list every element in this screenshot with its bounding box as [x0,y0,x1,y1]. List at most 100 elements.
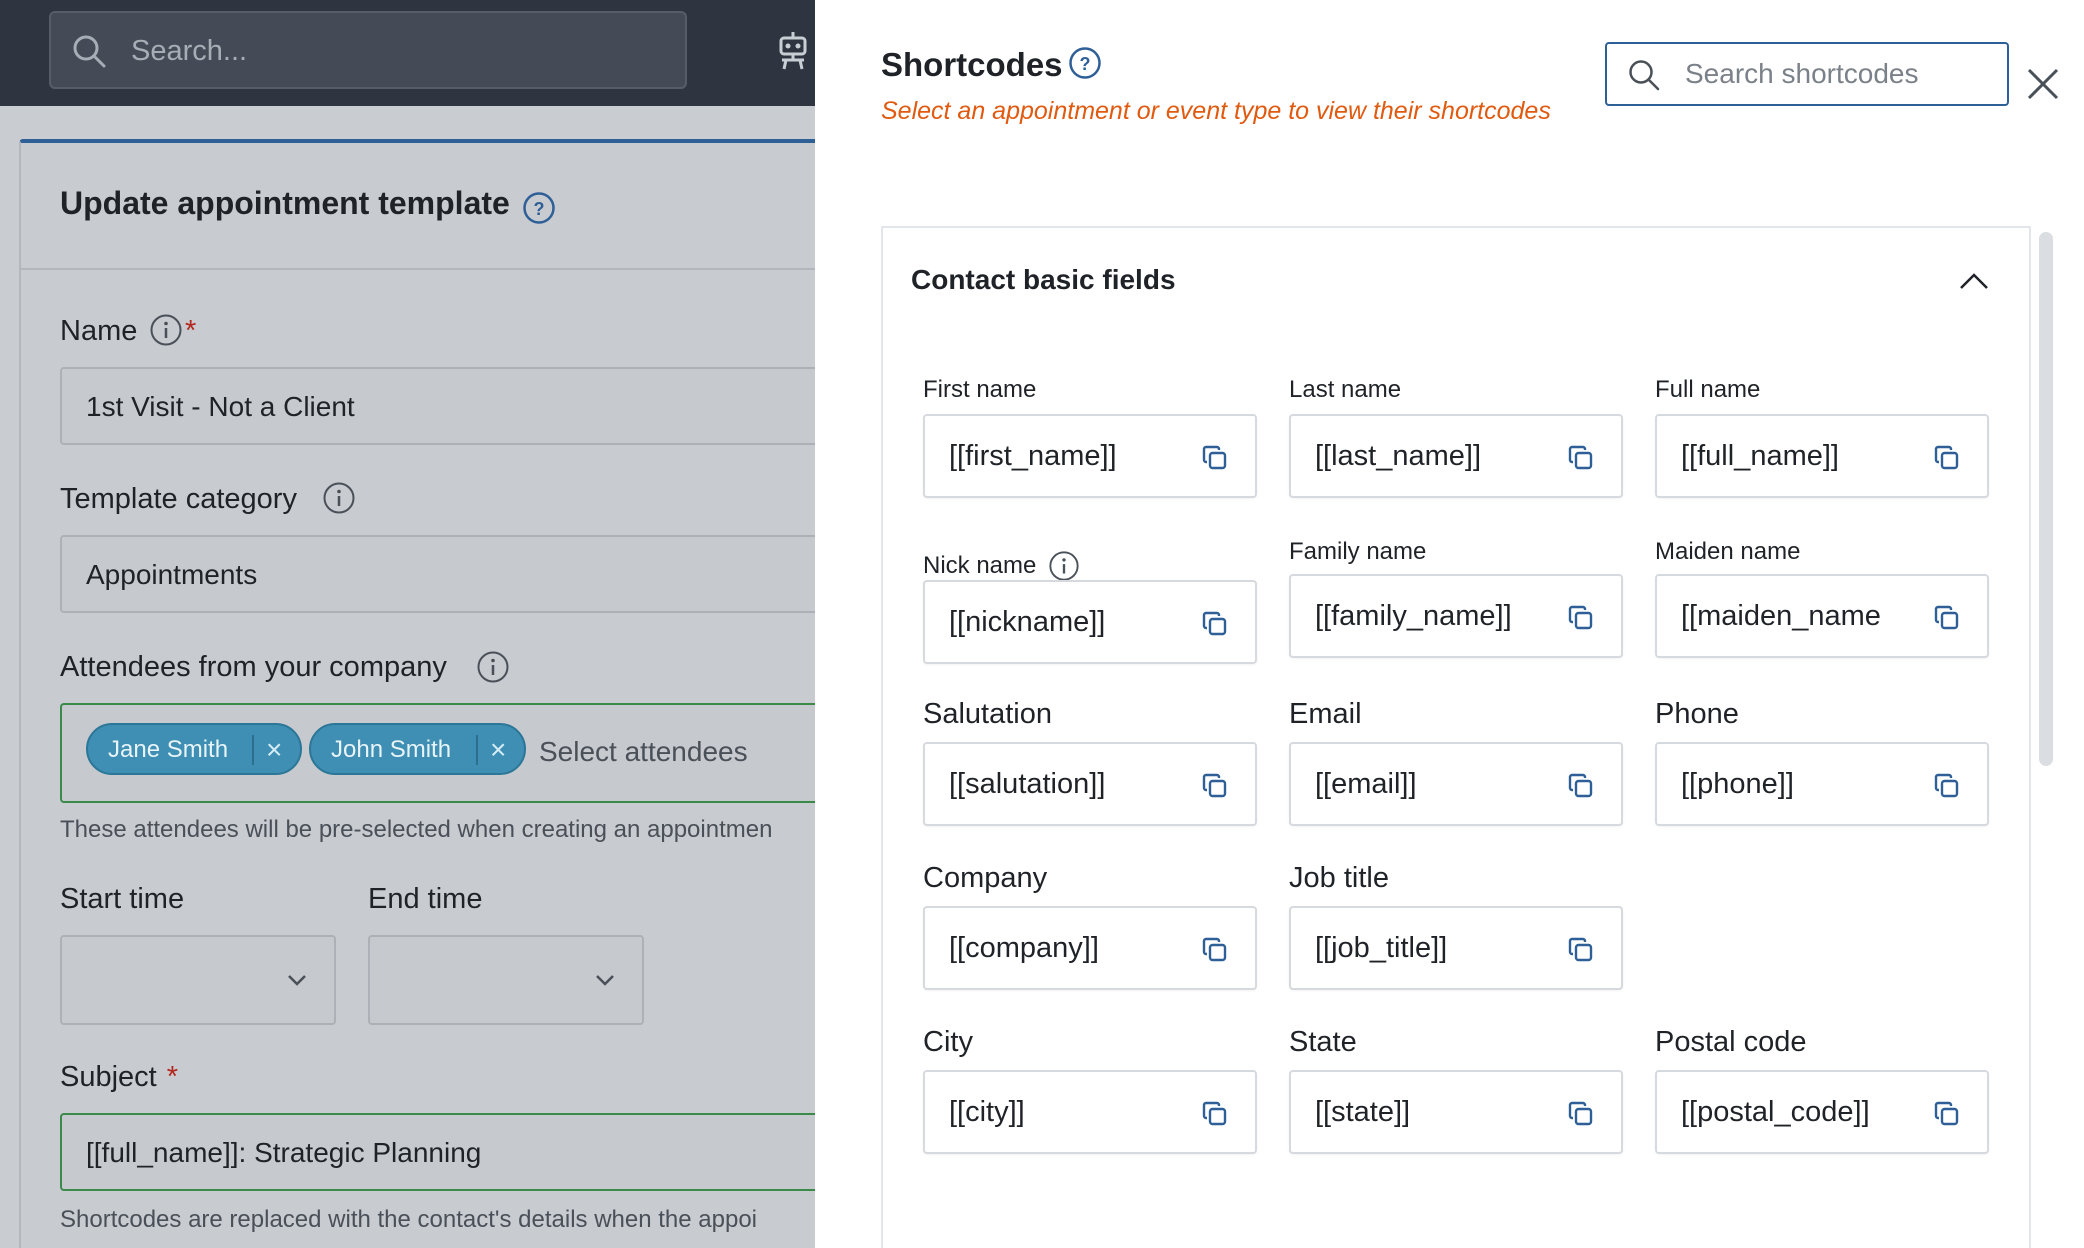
copy-icon[interactable] [1567,772,1595,800]
info-icon[interactable] [1048,550,1080,582]
shortcode-label: Job title [1289,862,1389,895]
end-time-label: End time [368,883,483,915]
shortcode-label-text: Last name [1289,376,1402,403]
shortcode-field[interactable]: [[nickname]] [923,580,1257,664]
shortcode-field[interactable]: [[salutation]] [923,742,1257,826]
close-icon[interactable] [2025,66,2061,102]
chip-separator [476,735,478,765]
remove-attendee-button[interactable]: × [266,734,282,766]
shortcode-label: Postal code [1655,1026,1807,1059]
name-input[interactable]: 1st Visit - Not a Client [60,367,815,445]
shortcode-field[interactable]: [[full_name]] [1655,414,1989,498]
shortcode-field[interactable]: [[job_title]] [1289,906,1623,990]
shortcode-label-text: Salutation [923,698,1052,730]
shortcode-field[interactable]: [[city]] [923,1070,1257,1154]
required-mark: * [166,1061,179,1093]
start-time-select[interactable] [60,935,336,1025]
global-search-placeholder: Search... [131,35,248,67]
shortcode-value: [[full_name]] [1681,440,1839,472]
template-category-value: Appointments [86,559,258,590]
copy-icon[interactable] [1567,604,1595,632]
copy-icon[interactable] [1933,444,1961,472]
svg-text:?: ? [1080,54,1091,74]
attendee-chip-label: Jane Smith [108,736,229,763]
shortcode-label: Email [1289,698,1362,731]
chevron-down-icon [596,975,614,986]
scrollbar[interactable] [2039,232,2053,766]
copy-icon[interactable] [1201,444,1229,472]
shortcode-label-text: State [1289,1026,1357,1058]
shortcode-field[interactable]: [[family_name]] [1289,574,1623,658]
shortcode-field[interactable]: [[last_name]] [1289,414,1623,498]
robot-icon[interactable] [776,30,810,70]
shortcode-label-text: Full name [1655,376,1761,403]
shortcode-label-text: Job title [1289,862,1389,894]
shortcode-field[interactable]: [[phone]] [1655,742,1989,826]
help-icon[interactable]: ? [1068,46,1102,80]
shortcode-field[interactable]: [[postal_code]] [1655,1070,1989,1154]
global-search-input[interactable]: Search... [49,11,687,89]
section-title: Contact basic fields [911,264,1176,295]
subject-hint: Shortcodes are replaced with the contact… [60,1206,758,1233]
shortcode-label: Last name [1289,376,1401,404]
shortcode-value: [[job_title]] [1315,932,1448,964]
copy-icon[interactable] [1201,1100,1229,1128]
copy-icon[interactable] [1567,1100,1595,1128]
start-time-label: Start time [60,883,185,915]
copy-icon[interactable] [1567,936,1595,964]
shortcode-label: Nick name [923,550,1080,582]
shortcode-field[interactable]: [[maiden_name [1655,574,1989,658]
subject-value: [[full_name]]: Strategic Planning [86,1137,482,1168]
shortcode-label-text: Phone [1655,698,1739,730]
attendees-placeholder[interactable]: Select attendees [539,736,748,768]
copy-icon[interactable] [1933,772,1961,800]
shortcode-label: State [1289,1026,1357,1059]
copy-icon[interactable] [1933,1100,1961,1128]
shortcode-field[interactable]: [[state]] [1289,1070,1623,1154]
copy-icon[interactable] [1933,604,1961,632]
copy-icon[interactable] [1201,610,1229,638]
search-icon [73,35,106,68]
shortcode-label-text: Nick name [923,552,1037,579]
shortcode-value: [[postal_code]] [1681,1096,1870,1128]
shortcodes-drawer: Shortcodes ? Select an appointment or ev… [815,0,2084,1248]
background-app: Search... Update appointment template ? … [0,0,815,1248]
shortcode-value: [[last_name]] [1315,440,1482,472]
copy-icon[interactable] [1201,772,1229,800]
info-icon[interactable] [476,650,510,684]
template-category-select[interactable]: Appointments [60,535,815,613]
shortcode-label: First name [923,376,1036,404]
name-value: 1st Visit - Not a Client [86,391,355,422]
shortcode-label-text: Family name [1289,538,1427,565]
required-mark: * [185,315,197,347]
shortcode-label: Company [923,862,1047,895]
subject-input[interactable]: [[full_name]]: Strategic Planning [60,1113,815,1191]
help-icon[interactable]: ? [522,191,556,225]
info-icon[interactable] [322,481,356,515]
shortcode-field[interactable]: [[first_name]] [923,414,1257,498]
shortcode-search-input[interactable] [1685,54,1985,94]
copy-icon[interactable] [1201,936,1229,964]
top-bar: Search... [0,0,815,106]
shortcode-value: [[nickname]] [949,606,1106,638]
svg-text:?: ? [534,199,545,219]
shortcode-value: [[maiden_name [1681,600,1881,632]
shortcode-label: Phone [1655,698,1739,731]
chevron-up-icon[interactable] [1957,268,1991,294]
search-icon [1629,60,1660,91]
copy-icon[interactable] [1567,444,1595,472]
end-time-select[interactable] [368,935,644,1025]
subject-label: Subject * [60,1061,179,1093]
attendee-chip: Jane Smith × [86,723,302,775]
shortcode-value: [[state]] [1315,1096,1411,1128]
chip-separator [252,735,254,765]
shortcode-label-text: Postal code [1655,1026,1807,1058]
shortcode-field[interactable]: [[email]] [1289,742,1623,826]
shortcode-value: [[phone]] [1681,768,1794,800]
info-icon[interactable] [149,313,183,347]
shortcode-label: Maiden name [1655,538,1800,566]
shortcode-value: [[email]] [1315,768,1417,800]
chevron-down-icon [288,975,306,986]
shortcode-field[interactable]: [[company]] [923,906,1257,990]
remove-attendee-button[interactable]: × [490,734,506,766]
